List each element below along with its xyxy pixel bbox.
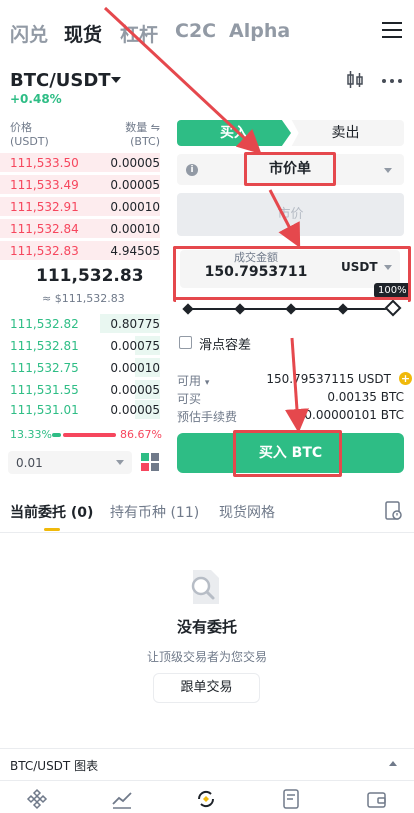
annotation-box-order-type xyxy=(244,152,336,186)
last-price-usd: ≈ $111,532.83 xyxy=(42,292,125,305)
ask-row[interactable]: 111,532.84 0.00010 xyxy=(0,218,160,239)
can-buy-label: 可买 xyxy=(177,392,202,406)
last-price: 111,532.83 xyxy=(36,266,144,286)
empty-state xyxy=(0,532,414,748)
info-icon[interactable]: i xyxy=(186,164,198,176)
ask-row[interactable]: 111,533.50 0.00005 xyxy=(0,152,160,173)
bid-row[interactable]: 111,531.55 0.00005 xyxy=(0,379,160,400)
wallet-icon[interactable] xyxy=(366,788,388,810)
copy-trading-button[interactable]: 跟单交易 xyxy=(153,673,260,703)
orderbook-layout-icon[interactable] xyxy=(141,453,159,471)
add-funds-icon[interactable]: + xyxy=(399,372,412,385)
fee-label: 预估手续费 xyxy=(177,410,238,424)
fee-value: 0.00000101 BTC xyxy=(304,408,404,422)
annotation-box-amount-outline xyxy=(173,246,411,300)
can-buy-value: 0.00135 BTC xyxy=(327,390,404,404)
bid-row[interactable]: 111,532.82 0.80775 xyxy=(0,313,160,334)
tab-spot[interactable]: 现货 xyxy=(64,20,102,47)
ask-row[interactable]: 111,532.91 0.00010 xyxy=(0,196,160,217)
empty-title: 没有委托 xyxy=(176,618,237,636)
empty-document-icon xyxy=(191,570,219,604)
slider-tick[interactable] xyxy=(182,303,194,315)
price-change: +0.48% xyxy=(10,92,62,106)
price-header: 价格 (USDT) xyxy=(10,121,49,148)
tab-margin[interactable]: 杠杆 xyxy=(120,20,158,47)
available-label: 可用 ▾ xyxy=(177,374,210,388)
sell-tab[interactable]: 卖出 xyxy=(291,120,404,146)
tab-open-orders[interactable]: 当前委托 (0) xyxy=(10,502,93,522)
slippage-label[interactable]: 滑点容差 xyxy=(199,334,251,353)
candlestick-chart-icon[interactable] xyxy=(345,70,365,90)
tab-c2c[interactable]: C2C xyxy=(175,20,216,42)
price-input: 市价 xyxy=(177,193,404,236)
available-value: 150.79537115 USDT xyxy=(266,372,391,386)
chevron-down-icon[interactable] xyxy=(384,168,392,173)
tab-alpha[interactable]: Alpha xyxy=(229,20,290,42)
order-history-icon[interactable] xyxy=(385,501,403,521)
slider-tick[interactable] xyxy=(285,303,297,315)
depth-select[interactable]: 0.01 xyxy=(8,451,132,474)
empty-subtitle: 让顶级交易者为您交易 xyxy=(146,650,267,664)
trade-icon[interactable] xyxy=(195,788,217,810)
ask-row[interactable]: 111,533.49 0.00005 xyxy=(0,174,160,195)
bid-row[interactable]: 111,532.75 0.00010 xyxy=(0,357,160,378)
slippage-checkbox[interactable] xyxy=(179,336,192,349)
more-options-icon[interactable] xyxy=(381,78,403,84)
buy-tab[interactable]: 买入 xyxy=(177,120,291,146)
slider-tick[interactable] xyxy=(337,303,349,315)
slider-tick[interactable] xyxy=(234,303,246,315)
buy-ratio-bar xyxy=(52,433,61,437)
qty-header[interactable]: 数量 ⇋ (BTC) xyxy=(125,121,160,149)
tab-convert[interactable]: 闪兑 xyxy=(10,20,48,47)
futures-icon[interactable] xyxy=(281,788,303,810)
pair-dropdown-icon[interactable] xyxy=(111,77,121,83)
hamburger-menu-icon[interactable] xyxy=(382,22,402,40)
active-tab-underline xyxy=(44,528,60,531)
buy-ratio: 13.33% xyxy=(10,428,52,441)
sell-ratio-bar xyxy=(63,433,116,437)
chevron-up-icon[interactable] xyxy=(389,761,397,766)
chart-label[interactable]: BTC/USDT 图表 xyxy=(10,757,98,774)
bid-row[interactable]: 111,532.81 0.00075 xyxy=(0,335,160,356)
slider-handle[interactable] xyxy=(384,299,402,317)
home-icon[interactable] xyxy=(26,788,48,810)
tab-spot-grid[interactable]: 现货网格 xyxy=(219,502,275,522)
ask-row[interactable]: 111,532.83 4.94505 xyxy=(0,240,160,261)
top-nav: 闪兑 现货 杠杆 C2C Alpha xyxy=(0,0,414,62)
sell-ratio: 86.67% xyxy=(120,428,162,441)
tab-holdings[interactable]: 持有币种 (11) xyxy=(110,502,199,522)
bid-row[interactable]: 111,531.01 0.00005 xyxy=(0,399,160,420)
markets-icon[interactable] xyxy=(111,788,133,810)
pair-selector[interactable]: BTC/USDT xyxy=(10,70,111,91)
annotation-box-buy xyxy=(233,430,342,477)
